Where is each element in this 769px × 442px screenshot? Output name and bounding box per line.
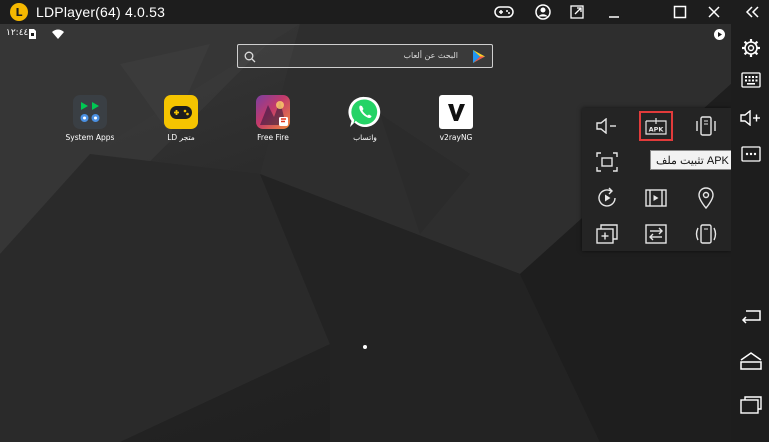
app-free-fire[interactable]: Free Fire: [238, 95, 308, 142]
ld-notification-icon: [714, 29, 725, 43]
user-icon[interactable]: [533, 3, 553, 21]
settings-gear-icon[interactable]: [740, 38, 762, 58]
window-title: LDPlayer(64) 4.0.53: [36, 4, 166, 20]
tooltip-text: تثبيت ملف APK (ctrl +: [656, 154, 731, 167]
v2rayng-icon: [439, 95, 473, 129]
clock: ١٢:٤٤: [6, 28, 29, 38]
app-ld-store[interactable]: LD متجر: [146, 95, 216, 142]
gamepad-icon[interactable]: [494, 3, 514, 21]
play-store-icon: [473, 50, 485, 68]
app-whatsapp[interactable]: واتساب: [330, 95, 400, 142]
ld-store-icon: [164, 95, 198, 129]
back-icon[interactable]: [740, 306, 762, 326]
install-apk-icon: APK: [645, 118, 667, 135]
system-apps-icon: [73, 95, 107, 129]
volume-up-icon[interactable]: [740, 108, 762, 128]
apk-text: APK: [649, 126, 665, 134]
sim-card-icon: [29, 29, 36, 42]
install-apk-button[interactable]: APK: [639, 111, 673, 141]
rotate-icon[interactable]: [590, 183, 624, 213]
app-system-apps[interactable]: System Apps: [55, 95, 125, 142]
add-multi-instance-icon[interactable]: [590, 219, 624, 249]
quick-tools-panel: APK: [582, 108, 731, 251]
volume-down-icon[interactable]: [590, 111, 624, 141]
close-icon[interactable]: [704, 3, 724, 21]
app-label: LD متجر: [167, 133, 195, 142]
app-label: Free Fire: [257, 133, 289, 142]
vibrate-icon[interactable]: [689, 219, 723, 249]
app-label: v2rayNG: [439, 133, 473, 142]
status-bar: ١٢:٤٤: [0, 24, 731, 44]
wifi-icon: [52, 29, 64, 42]
free-fire-icon: [256, 95, 290, 129]
keyboard-icon[interactable]: [740, 70, 762, 90]
sync-icon[interactable]: [639, 219, 673, 249]
page-indicator: [363, 345, 367, 349]
whatsapp-icon: [348, 95, 382, 129]
external-link-icon[interactable]: [567, 3, 587, 21]
minimize-icon[interactable]: [604, 3, 624, 21]
recents-icon[interactable]: [740, 395, 762, 415]
location-icon[interactable]: [689, 183, 723, 213]
more-icon[interactable]: [740, 144, 762, 164]
app-v2rayng[interactable]: v2rayNG: [421, 95, 491, 142]
app-label: System Apps: [65, 133, 115, 142]
video-record-icon[interactable]: [639, 183, 673, 213]
tooltip-install-apk: تثبيت ملف APK (ctrl +: [650, 150, 731, 170]
right-sidebar: [731, 24, 769, 442]
search-icon: [244, 50, 256, 68]
ldplayer-logo-icon: L: [10, 3, 28, 21]
shake-icon[interactable]: [689, 111, 723, 141]
home-icon[interactable]: [740, 351, 762, 371]
app-label: واتساب: [353, 133, 377, 142]
android-screen: ١٢:٤٤ البحث عن ألعاب System Apps LD متجر: [0, 24, 731, 442]
screenshot-icon[interactable]: [590, 147, 624, 177]
search-placeholder: البحث عن ألعاب: [403, 51, 458, 60]
collapse-double-chevron-icon[interactable]: [741, 3, 763, 21]
title-bar: L LDPlayer(64) 4.0.53: [0, 0, 769, 24]
search-bar[interactable]: البحث عن ألعاب: [237, 44, 493, 68]
maximize-icon[interactable]: [670, 3, 690, 21]
